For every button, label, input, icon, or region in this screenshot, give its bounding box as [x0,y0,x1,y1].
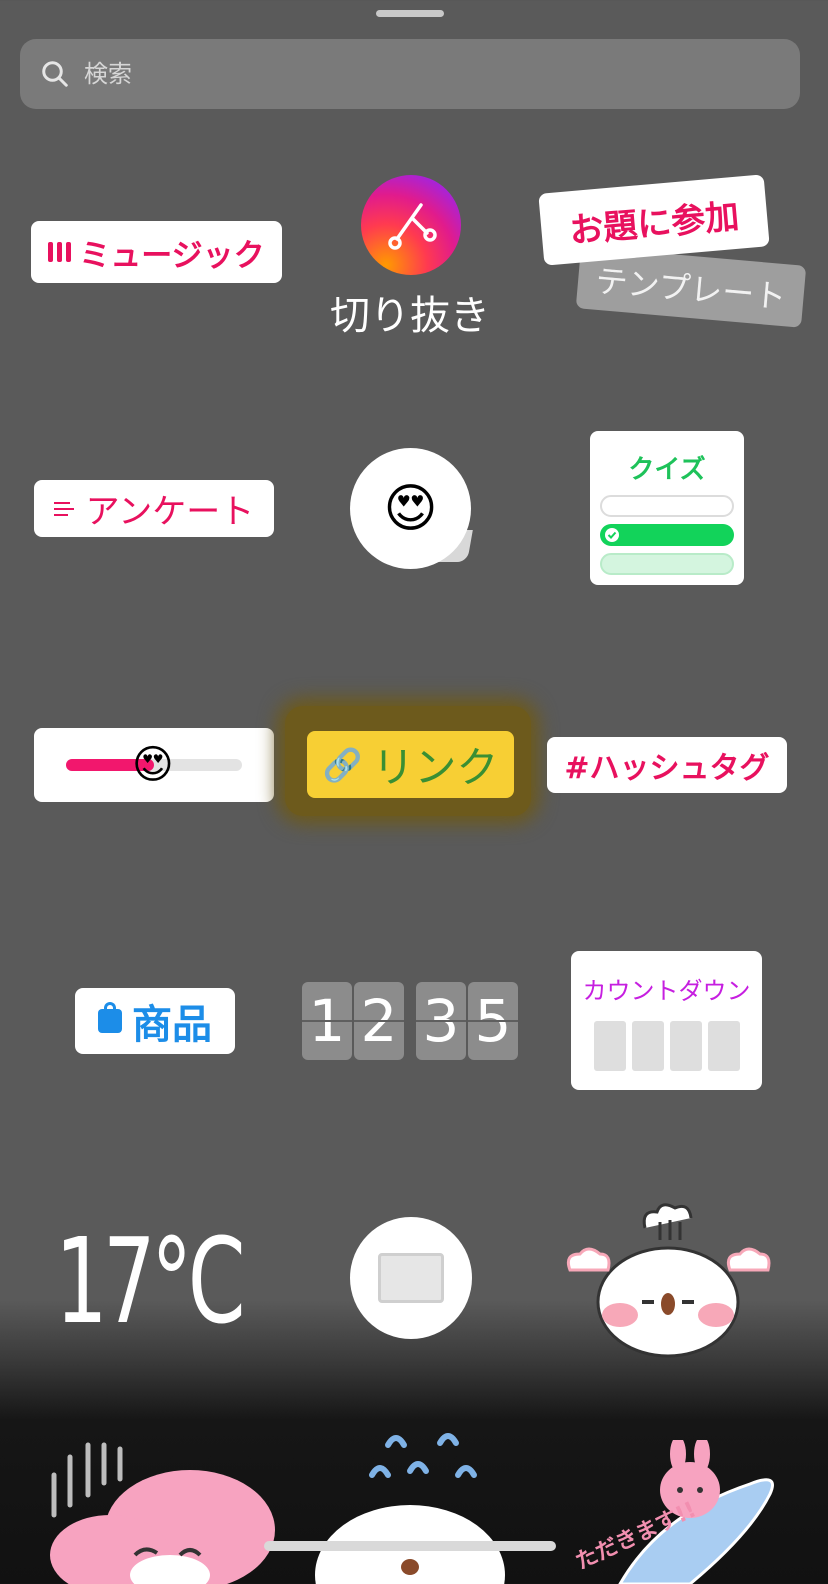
character-sticker-punpun[interactable] [560,1200,775,1360]
cutout-sticker[interactable] [361,175,461,275]
music-sticker[interactable]: ミュージック [31,221,282,283]
temperature-sticker[interactable]: 17°C [55,1212,246,1350]
search-icon [42,61,68,87]
poll-sticker[interactable]: アンケート [34,480,274,537]
check-icon [605,528,619,542]
character-sticker-itadakimasu[interactable]: ただきます!! [560,1436,828,1584]
add-yours-sticker[interactable]: お題に参加 [538,174,770,266]
shopping-bag-icon [98,1002,122,1033]
countdown-cell [632,1021,664,1071]
clock-digit[interactable]: 2 [354,982,404,1060]
sweat-character-image [315,1433,505,1584]
character-sticker-sweat[interactable] [310,1425,510,1584]
search-bar[interactable] [20,39,800,109]
link-sticker-label: リンク [372,743,499,792]
add-yours-label: お題に参加 [567,196,741,251]
music-sticker-label: ミュージック [79,237,265,274]
quiz-option-correct [600,524,734,546]
countdown-label: カウントダウン [582,977,751,1005]
countdown-cell [708,1021,740,1071]
poll-lines-icon [53,501,74,516]
product-label: 商品 [132,1002,212,1048]
scissors-icon [388,203,437,250]
poll-sticker-label: アンケート [85,492,255,532]
countdown-cell [594,1021,626,1071]
link-sticker[interactable]: 🔗 リンク [307,731,514,798]
product-sticker[interactable]: 商品 [75,988,235,1054]
punpun-character-image [566,1203,771,1358]
character-sticker-rabbit[interactable] [40,1435,280,1584]
template-label: テンプレート [594,261,788,317]
hashtag-label: #ハッシュタグ [564,751,770,786]
emoji-slider-question-sticker[interactable]: 😍 [350,448,471,569]
photo-placeholder [378,1253,444,1303]
sheet-drag-handle[interactable] [376,10,444,17]
emoji-slider-sticker[interactable]: 😍 [34,728,274,802]
rabbit-character-image [50,1442,275,1584]
clock-digit[interactable]: 1 [302,982,352,1060]
countdown-cell [670,1021,702,1071]
search-input[interactable] [84,60,684,88]
music-bars-icon [48,242,72,262]
quiz-title: クイズ [628,455,706,485]
cutout-label: 切り抜き [330,293,490,339]
home-indicator [264,1541,556,1551]
clock-digit[interactable]: 5 [468,982,518,1060]
photo-sticker[interactable] [350,1217,472,1339]
quiz-sticker[interactable]: クイズ [590,431,744,585]
slider-thumb-emoji: 😍 [132,742,174,788]
heart-eyes-emoji: 😍 [383,478,438,539]
hashtag-sticker[interactable]: #ハッシュタグ [547,737,787,793]
clock-digit[interactable]: 3 [416,982,466,1060]
quiz-option [600,553,734,575]
countdown-sticker[interactable]: カウントダウン [571,951,762,1090]
link-icon: 🔗 [322,745,363,784]
quiz-option [600,495,734,517]
